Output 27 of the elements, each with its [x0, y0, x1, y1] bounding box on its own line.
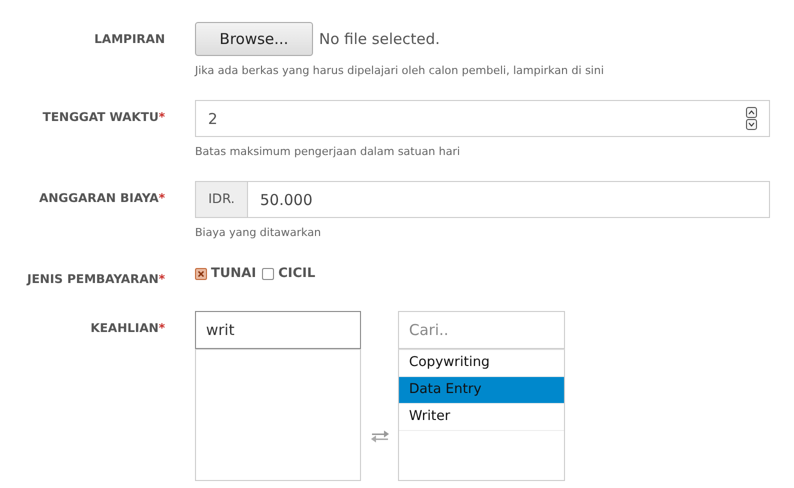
field-label: KEAHLIAN* [89, 320, 165, 337]
search-field[interactable]: writ [195, 311, 361, 349]
required-mark: * [158, 321, 165, 335]
cross-icon [196, 268, 206, 278]
help-text: Batas maksimum pengerjaan dalam satuan hari [195, 145, 462, 158]
help-text: Biaya yang ditawarkan [195, 226, 322, 239]
list-item[interactable]: Writer [399, 404, 564, 431]
required-mark: * [158, 110, 165, 124]
number-field[interactable]: 2 [195, 100, 770, 137]
checkbox[interactable] [262, 268, 274, 280]
help-text: Jika ada berkas yang harus dipelajari oleh calon pembeli, lampirkan di sini [195, 64, 605, 77]
checkbox-label: CICIL [278, 266, 316, 281]
required-mark: * [158, 272, 165, 286]
checkbox[interactable] [195, 268, 207, 280]
browse-button[interactable]: Browse... [195, 22, 313, 56]
swap-arrows-icon[interactable] [370, 429, 390, 443]
field-label: TENGGAT WAKTU* [42, 109, 165, 126]
field-label: JENIS PEMBAYARAN* [26, 271, 165, 288]
field-label: LAMPIRAN [93, 31, 165, 48]
field-label: ANGGARAN BIAYA* [38, 190, 165, 207]
file-status: No file selected. [319, 30, 440, 48]
spin-down-icon[interactable] [746, 119, 757, 130]
search-field[interactable]: Cari.. [398, 311, 565, 349]
checkbox-label: TUNAI [211, 266, 256, 281]
list-item[interactable]: Data Entry [399, 377, 564, 404]
required-mark: * [158, 191, 165, 205]
spin-up-icon[interactable] [746, 107, 757, 118]
